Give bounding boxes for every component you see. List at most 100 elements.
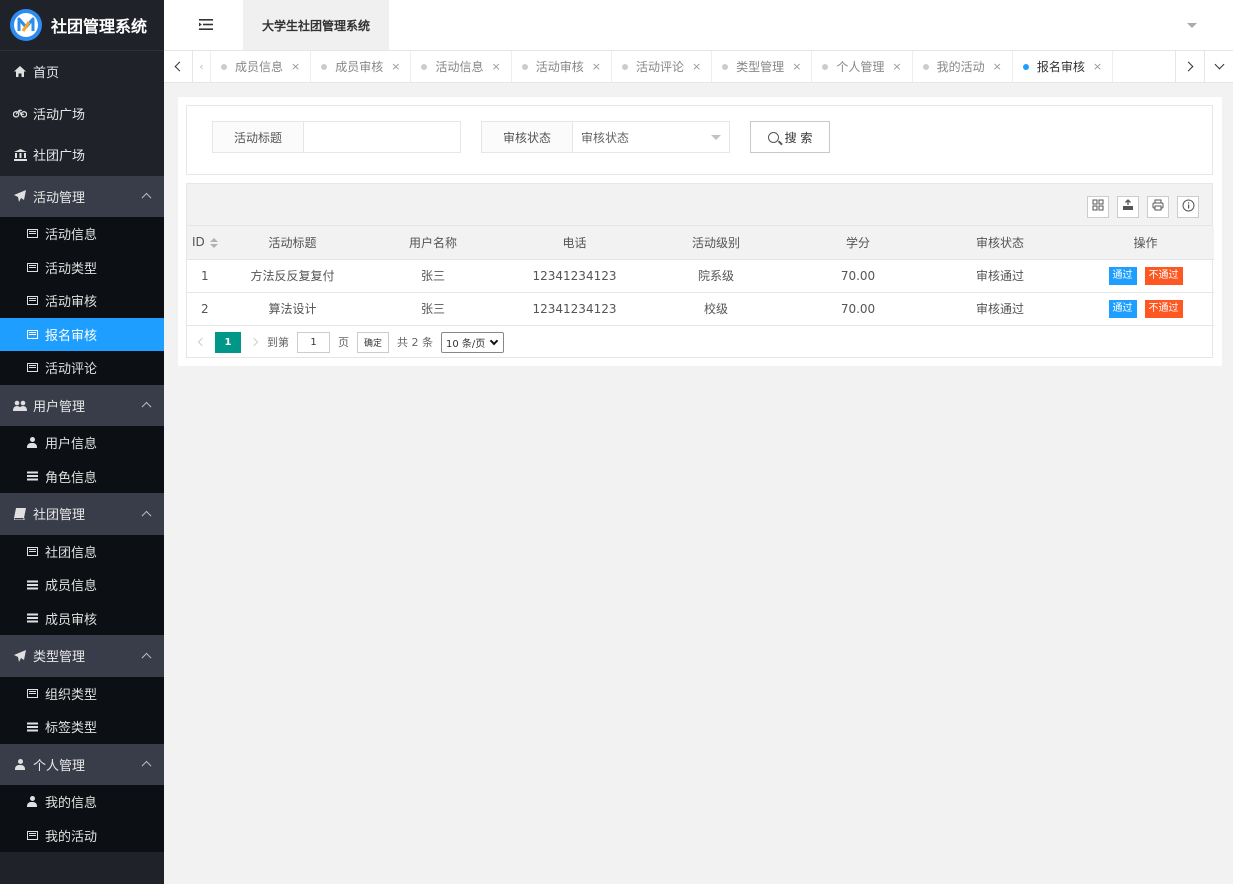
tab-member-audit[interactable]: 成员审核 ×: [311, 51, 412, 82]
sidebar: 社团管理系统 首页 活动广场 社团广场 活动管理 活动信息 活动类型 活动审核 …: [0, 0, 164, 884]
list-icon: [26, 688, 38, 698]
goto-page-input[interactable]: 1: [297, 331, 330, 353]
tab-dot: [621, 63, 628, 70]
chevron-up-icon: [141, 652, 152, 663]
export-button[interactable]: [1117, 196, 1139, 218]
tab-activity-audit[interactable]: 活动审核 ×: [512, 51, 612, 82]
search-form: 活动标题 审核状态 审核状态 搜 索: [186, 105, 1213, 175]
nav-activity-type[interactable]: 活动类型: [0, 250, 164, 284]
print-button[interactable]: [1147, 196, 1169, 218]
paper-plane-icon: [13, 190, 27, 203]
reject-button[interactable]: 不通过: [1144, 266, 1183, 285]
nav-member-audit[interactable]: 成员审核: [0, 601, 164, 635]
nav-home[interactable]: 首页: [0, 51, 164, 93]
header-title-tab[interactable]: 大学生社团管理系统: [243, 0, 389, 50]
nav-group-users[interactable]: 用户管理: [0, 384, 164, 426]
next-page-icon[interactable]: [249, 337, 259, 347]
tab-my-activities[interactable]: 我的活动 ×: [913, 51, 1013, 82]
signup-table: ID 活动标题 用户名称 电话 活动级别 学分 审核状态 操作 1 方法反反复复…: [187, 226, 1214, 326]
nav-member-info-label: 成员信息: [45, 579, 98, 595]
nav-member-info[interactable]: 成员信息: [0, 568, 164, 602]
nav-activity-type-label: 活动类型: [45, 261, 98, 277]
nav-org-type[interactable]: 组织类型: [0, 676, 164, 710]
sort-icon[interactable]: [209, 237, 218, 248]
nav-tag-type[interactable]: 标签类型: [0, 710, 164, 744]
list-icon: [26, 296, 38, 306]
tab-activity-comments[interactable]: 活动评论 ×: [612, 51, 713, 82]
bars-icon: [26, 583, 38, 586]
tab-partial[interactable]: ‹: [193, 51, 211, 82]
caret-down-icon[interactable]: [1187, 23, 1197, 28]
chevron-up-icon: [141, 402, 152, 412]
tab-label: 活动评论: [635, 60, 684, 74]
title-input[interactable]: [303, 121, 461, 153]
nav-group-activity[interactable]: 活动管理: [0, 175, 164, 217]
close-icon[interactable]: ×: [892, 60, 901, 73]
cell-actions: 通过 不通过: [1077, 292, 1214, 326]
nav-my-activities[interactable]: 我的活动: [0, 818, 164, 852]
search-button[interactable]: 搜 索: [750, 121, 830, 153]
table-toolbar: [187, 184, 1212, 226]
tab-dot: [221, 63, 227, 70]
column-header-status: 审核状态: [923, 226, 1077, 260]
page-size-select[interactable]: 10 条/页: [441, 331, 505, 353]
column-header-id[interactable]: ID: [187, 226, 229, 260]
chevron-down-icon: [490, 336, 499, 345]
logo[interactable]: 社团管理系统: [0, 0, 164, 51]
info-button[interactable]: [1177, 196, 1199, 218]
approve-button[interactable]: 通过: [1108, 299, 1137, 318]
close-icon[interactable]: ×: [1093, 60, 1102, 73]
close-icon[interactable]: ×: [491, 60, 500, 73]
chevron-right-icon: [1183, 61, 1194, 72]
close-icon[interactable]: ×: [291, 60, 300, 73]
approve-button[interactable]: 通过: [1108, 266, 1137, 285]
cell-credit: 70.00: [793, 292, 923, 326]
chevron-left-icon: [174, 61, 185, 72]
status-select[interactable]: 审核状态: [572, 121, 730, 153]
tab-activity-info[interactable]: 活动信息 ×: [411, 51, 512, 82]
tabs-prev-button[interactable]: [164, 51, 193, 82]
close-icon[interactable]: ×: [993, 60, 1002, 73]
close-icon[interactable]: ×: [792, 60, 801, 73]
nav-group-personal[interactable]: 个人管理: [0, 743, 164, 785]
prev-page-icon[interactable]: [197, 337, 207, 347]
close-icon[interactable]: ×: [391, 60, 400, 73]
list-icon: [26, 830, 38, 840]
nav-group-types[interactable]: 类型管理: [0, 635, 164, 677]
tabs-menu-button[interactable]: [1204, 51, 1233, 82]
nav-activity-comments[interactable]: 活动评论: [0, 351, 164, 385]
tabs-next-button[interactable]: [1175, 51, 1204, 82]
goto-confirm-button[interactable]: 确定: [357, 331, 390, 353]
tab-type-management[interactable]: 类型管理 ×: [712, 51, 813, 82]
cell-status: 审核通过: [923, 259, 1077, 293]
nav-role-info[interactable]: 角色信息: [0, 459, 164, 493]
nav-activity-audit[interactable]: 活动审核: [0, 284, 164, 318]
nav-my-activities-label: 我的活动: [45, 829, 98, 845]
reject-button[interactable]: 不通过: [1144, 299, 1183, 318]
nav-club-plaza[interactable]: 社团广场: [0, 134, 164, 176]
close-icon[interactable]: ×: [592, 60, 601, 73]
tab-personal-management[interactable]: 个人管理 ×: [812, 51, 913, 82]
tab-label: 类型管理: [736, 60, 785, 74]
column-header-title: 活动标题: [229, 226, 356, 260]
close-icon[interactable]: ×: [692, 60, 701, 73]
nav-club-info[interactable]: 社团信息: [0, 534, 164, 568]
bars-icon: [26, 725, 38, 728]
tab-member-info[interactable]: 成员信息 ×: [211, 51, 312, 82]
page-unit: 页: [338, 336, 349, 349]
nav-club-info-label: 社团信息: [45, 545, 98, 561]
nav-activity-info[interactable]: 活动信息: [0, 217, 164, 251]
main-panel: 活动标题 审核状态 审核状态 搜 索 ID 活动标题 用户名称 电话 活动级别 …: [178, 97, 1222, 366]
nav-signup-audit[interactable]: 报名审核: [0, 317, 164, 351]
nav-group-clubs[interactable]: 社团管理: [0, 493, 164, 535]
columns-filter-button[interactable]: [1087, 196, 1109, 218]
nav-user-info[interactable]: 用户信息: [0, 426, 164, 460]
menu-toggle-button[interactable]: [186, 17, 226, 35]
nav-club-plaza-label: 社团广场: [33, 149, 86, 165]
nav-activity-plaza[interactable]: 活动广场: [0, 92, 164, 134]
nav-my-info[interactable]: 我的信息: [0, 785, 164, 819]
current-page[interactable]: 1: [215, 331, 241, 353]
cell-user: 张三: [356, 292, 510, 326]
tab-signup-audit[interactable]: 报名审核 ×: [1013, 51, 1114, 82]
list-icon: [26, 546, 38, 556]
